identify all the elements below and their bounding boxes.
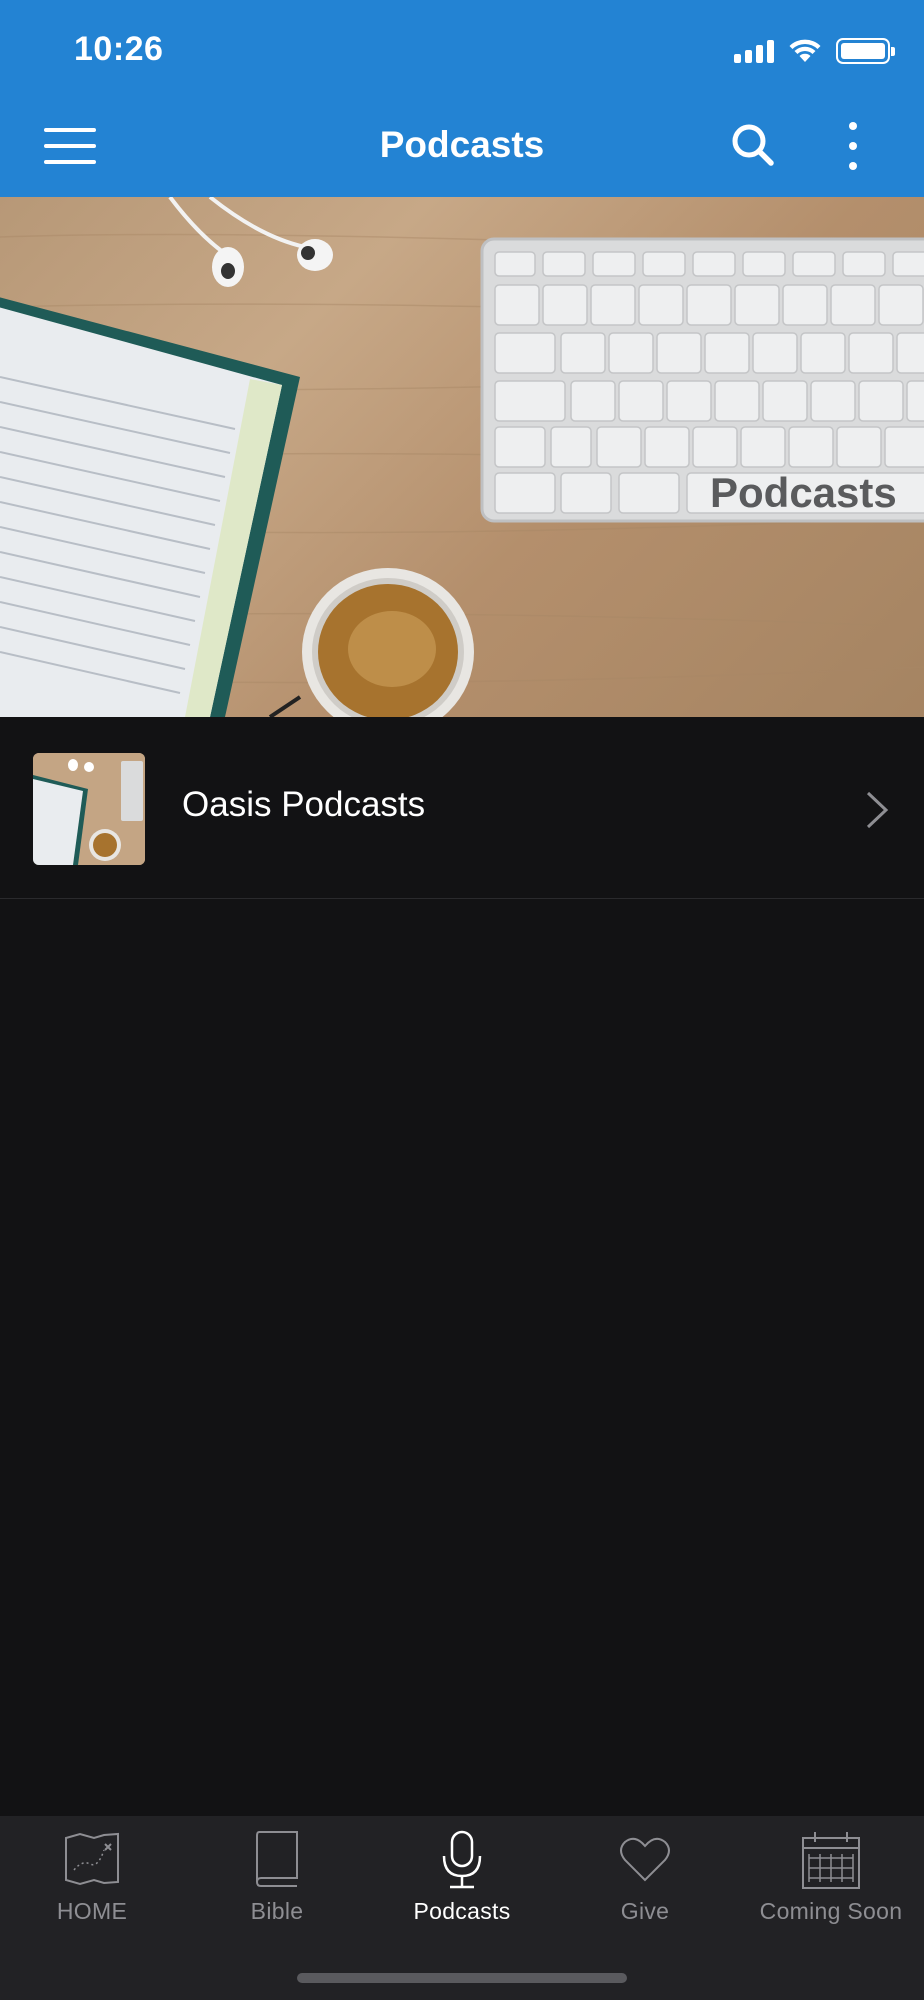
status-icons (734, 36, 895, 66)
heart-icon (620, 1837, 670, 1882)
tab-coming-soon[interactable]: Coming Soon (738, 1816, 924, 1936)
tab-home[interactable]: HOME (0, 1816, 184, 1936)
page-title: Podcasts (379, 124, 545, 165)
list-item-oasis-podcasts[interactable]: Oasis Podcasts (0, 717, 924, 899)
more-vertical-icon[interactable] (840, 122, 866, 170)
chevron-right-icon (866, 791, 889, 829)
tab-label: Coming Soon (759, 1898, 903, 1924)
tab-label: Give (620, 1898, 670, 1924)
list-item-label: Oasis Podcasts (182, 785, 426, 824)
tab-label: Bible (250, 1898, 304, 1924)
tab-podcasts[interactable]: Podcasts (370, 1816, 554, 1936)
map-icon (65, 1832, 119, 1886)
home-indicator (297, 1973, 627, 1983)
status-time: 10:26 (74, 30, 164, 68)
podcast-thumbnail (33, 753, 145, 865)
app-header: 10:26 Podcasts (0, 0, 924, 197)
tab-label: Podcasts (413, 1898, 511, 1924)
tab-label: HOME (56, 1898, 128, 1924)
battery-icon (836, 38, 895, 64)
wifi-icon (789, 39, 821, 62)
hero-overlay-text: Podcasts (710, 469, 897, 516)
tab-give[interactable]: Give (553, 1816, 737, 1936)
search-icon[interactable] (730, 122, 776, 168)
cellular-signal-icon (734, 39, 774, 63)
microphone-icon (442, 1830, 482, 1889)
tab-bible[interactable]: Bible (185, 1816, 369, 1936)
book-icon (255, 1831, 298, 1887)
calendar-icon (802, 1832, 860, 1889)
hero-banner-image: Podcasts (0, 197, 924, 717)
